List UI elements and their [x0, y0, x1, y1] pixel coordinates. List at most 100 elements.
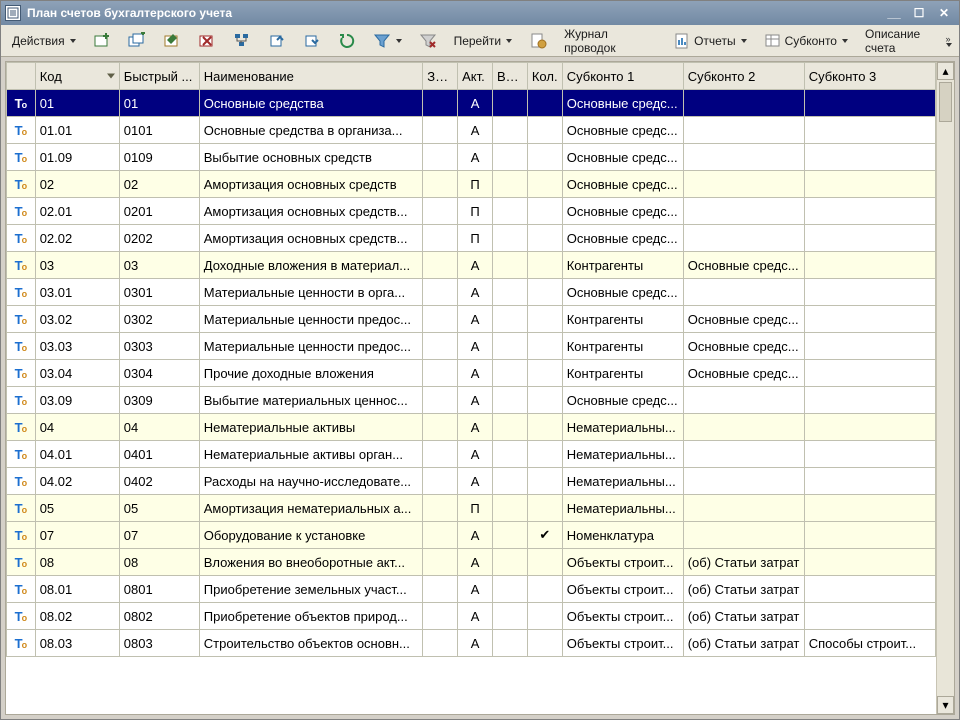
col-icon[interactable] [7, 63, 36, 90]
reports-menu[interactable]: Отчеты [666, 29, 753, 53]
cell-kol [527, 414, 562, 441]
cell-quick: 03 [119, 252, 199, 279]
edit-button[interactable] [156, 29, 188, 53]
table-row[interactable]: Tо08.020802Приобретение объектов природ.… [7, 603, 936, 630]
cell-sub3 [804, 333, 935, 360]
cell-code: 01.09 [35, 144, 119, 171]
refresh-button[interactable] [331, 29, 363, 53]
cell-sub1: Основные средс... [562, 279, 683, 306]
account-icon: Tо [13, 339, 29, 354]
table-row[interactable]: Tо01.010101Основные средства в организа.… [7, 117, 936, 144]
col-quick[interactable]: Быстрый ... [119, 63, 199, 90]
clear-filter-button[interactable] [412, 29, 444, 53]
col-akt[interactable]: Акт. [458, 63, 493, 90]
scroll-thumb[interactable] [939, 82, 952, 122]
cell-akt: А [458, 549, 493, 576]
table-row[interactable]: Tо04.010401Нематериальные активы орган..… [7, 441, 936, 468]
cell-val [493, 630, 528, 657]
cell-sub1: Контрагенты [562, 333, 683, 360]
account-icon: Tо [13, 231, 29, 246]
cell-zab [423, 576, 458, 603]
table-row[interactable]: Tо03.020302Материальные ценности предос.… [7, 306, 936, 333]
scroll-down-button[interactable]: ▾ [937, 696, 954, 714]
col-sub1[interactable]: Субконто 1 [562, 63, 683, 90]
cell-sub1: Основные средс... [562, 198, 683, 225]
cell-sub2: (об) Статьи затрат [683, 549, 804, 576]
table-row[interactable]: Tо0404Нематериальные активыАНематериальн… [7, 414, 936, 441]
settings-button[interactable] [522, 29, 554, 53]
hierarchy-button[interactable] [226, 29, 258, 53]
table-row[interactable]: Tо03.010301Материальные ценности в орга.… [7, 279, 936, 306]
cell-sub1: Нематериальны... [562, 468, 683, 495]
row-icon-cell: Tо [7, 495, 36, 522]
table-row[interactable]: Tо0101Основные средстваАОсновные средс..… [7, 90, 936, 117]
col-kol[interactable]: Кол. [527, 63, 562, 90]
table-row[interactable]: Tо08.030803Строительство объектов основн… [7, 630, 936, 657]
account-icon: Tо [13, 582, 29, 597]
journal-button[interactable]: Журнал проводок [557, 29, 663, 53]
cell-quick: 0803 [119, 630, 199, 657]
table-row[interactable]: Tо0808Вложения во внеоборотные акт...АОб… [7, 549, 936, 576]
table-row[interactable]: Tо03.030303Материальные ценности предос.… [7, 333, 936, 360]
minimize-button[interactable]: __ [883, 4, 905, 22]
account-icon: Tо [13, 474, 29, 489]
cell-name: Основные средства в организа... [199, 117, 423, 144]
cell-val [493, 252, 528, 279]
col-sub3[interactable]: Субконто 3 [804, 63, 935, 90]
cell-sub3 [804, 414, 935, 441]
cell-quick: 0201 [119, 198, 199, 225]
col-name[interactable]: Наименование [199, 63, 423, 90]
cell-sub3 [804, 117, 935, 144]
window-title: План счетов бухгалтерского учета [27, 6, 880, 20]
subkonto-menu[interactable]: Субконто [757, 29, 855, 53]
filter-icon [373, 32, 391, 50]
account-icon: Tо [13, 501, 29, 516]
actions-menu[interactable]: Действия [5, 29, 83, 53]
table-row[interactable]: Tо04.020402Расходы на научно-исследовате… [7, 468, 936, 495]
goto-menu[interactable]: Перейти [447, 29, 520, 53]
table-row[interactable]: Tо02.020202Амортизация основных средств.… [7, 225, 936, 252]
report-icon [673, 32, 691, 50]
scroll-up-button[interactable]: ▴ [937, 62, 954, 80]
header-row: Код Быстрый ... Наименование Заб. Акт. В… [7, 63, 936, 90]
cell-sub2 [683, 522, 804, 549]
toolbar-overflow[interactable]: » [941, 29, 955, 53]
table-row[interactable]: Tо0707Оборудование к установкеА✔Номенкла… [7, 522, 936, 549]
cell-quick: 0109 [119, 144, 199, 171]
filter-button[interactable] [366, 29, 409, 53]
table-row[interactable]: Tо03.090309Выбытие материальных ценнос..… [7, 387, 936, 414]
cell-kol [527, 171, 562, 198]
delete-button[interactable] [191, 29, 223, 53]
table-row[interactable]: Tо0202Амортизация основных средствПОснов… [7, 171, 936, 198]
cell-quick: 0802 [119, 603, 199, 630]
table-row[interactable]: Tо02.010201Амортизация основных средств.… [7, 198, 936, 225]
add-copy-button[interactable] [121, 29, 153, 53]
table-row[interactable]: Tо08.010801Приобретение земельных участ.… [7, 576, 936, 603]
row-icon-cell: Tо [7, 549, 36, 576]
close-button[interactable]: ✕ [933, 4, 955, 22]
move-up-button[interactable] [261, 29, 293, 53]
cell-akt: П [458, 225, 493, 252]
cell-name: Оборудование к установке [199, 522, 423, 549]
cell-quick: 0304 [119, 360, 199, 387]
col-val[interactable]: Вал. [493, 63, 528, 90]
col-zab[interactable]: Заб. [423, 63, 458, 90]
col-code[interactable]: Код [35, 63, 119, 90]
delete-icon [198, 32, 216, 50]
cell-zab [423, 171, 458, 198]
move-down-button[interactable] [296, 29, 328, 53]
table-row[interactable]: Tо0505Амортизация нематериальных а...ПНе… [7, 495, 936, 522]
add-button[interactable] [86, 29, 118, 53]
clear-filter-icon [419, 32, 437, 50]
cell-akt: А [458, 576, 493, 603]
chevron-right-icon: » [945, 35, 950, 43]
col-sub2[interactable]: Субконто 2 [683, 63, 804, 90]
cell-val [493, 603, 528, 630]
maximize-button[interactable]: ☐ [908, 4, 930, 22]
table-row[interactable]: Tо03.040304Прочие доходные вложенияАКонт… [7, 360, 936, 387]
table-row[interactable]: Tо01.090109Выбытие основных средствАОсно… [7, 144, 936, 171]
table-row[interactable]: Tо0303Доходные вложения в материал...АКо… [7, 252, 936, 279]
vertical-scrollbar[interactable]: ▴ ▾ [936, 62, 954, 714]
cell-quick: 08 [119, 549, 199, 576]
account-icon: Tо [13, 528, 29, 543]
